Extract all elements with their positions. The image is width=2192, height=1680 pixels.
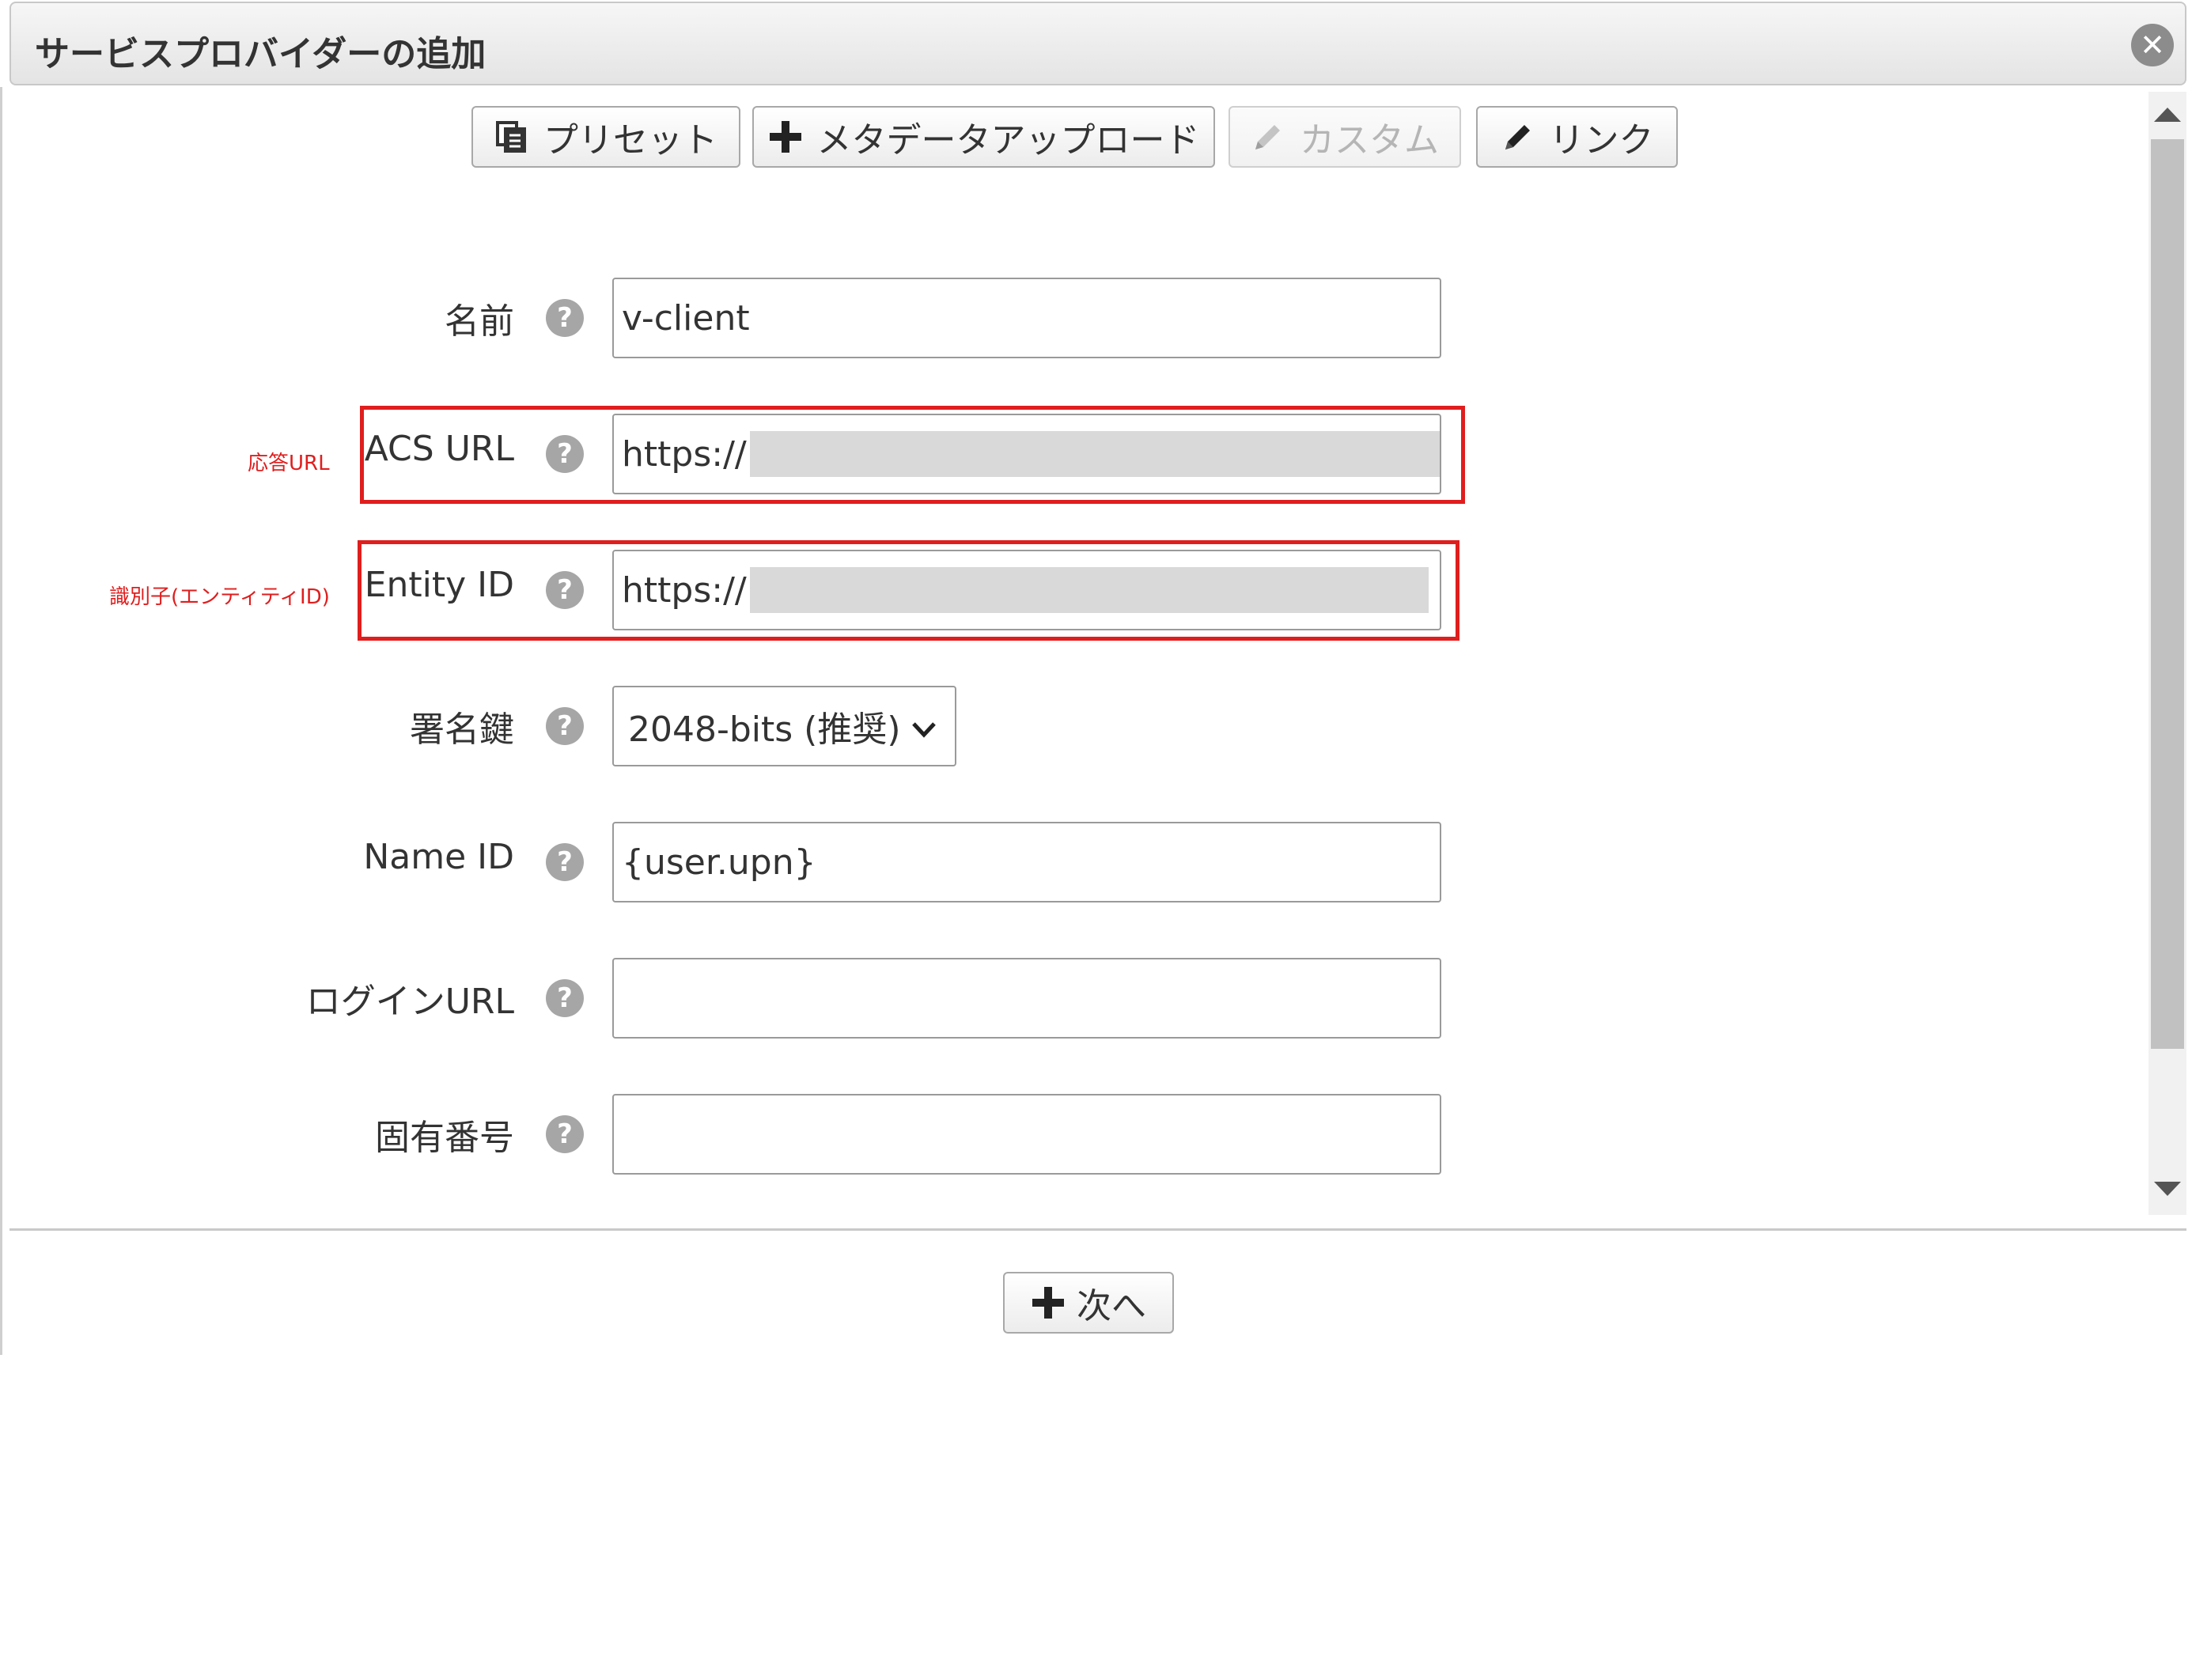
custom-label: カスタム xyxy=(1300,120,1439,161)
login-url-label: ログインURL xyxy=(305,982,514,1022)
entity-id-input-value: https:// xyxy=(622,569,747,611)
footer-divider xyxy=(9,1228,2186,1231)
help-icon[interactable]: ? xyxy=(546,1115,584,1153)
next-button[interactable]: 次へ xyxy=(1003,1272,1174,1334)
link-button[interactable]: リンク xyxy=(1476,106,1678,168)
dialog-title: サービスプロバイダーの追加 xyxy=(35,34,486,74)
metadata-upload-button[interactable]: メタデータアップロード xyxy=(752,106,1215,168)
name-id-input-value: {user.upn} xyxy=(622,842,816,883)
name-label: 名前 xyxy=(445,301,514,342)
entity-id-label: Entity ID xyxy=(364,565,514,605)
acs-url-input[interactable]: https:// xyxy=(612,414,1441,494)
link-label: リンク xyxy=(1549,120,1654,161)
plus-icon xyxy=(768,119,803,154)
pencil-icon xyxy=(1501,119,1535,154)
name-input-value: v-client xyxy=(622,297,750,339)
acs-url-input-value: https:// xyxy=(622,433,747,475)
dialog-titlebar: サービスプロバイダーの追加 ✕ xyxy=(9,2,2186,85)
signing-key-selected: 2048-bits (推奨) xyxy=(628,709,901,750)
unique-number-input[interactable] xyxy=(612,1094,1441,1175)
custom-button[interactable]: カスタム xyxy=(1229,106,1461,168)
next-label: 次へ xyxy=(1077,1286,1146,1326)
acs-url-label: ACS URL xyxy=(364,429,514,469)
name-id-input[interactable]: {user.upn} xyxy=(612,822,1441,902)
redacted-value xyxy=(749,567,1429,613)
unique-number-label: 固有番号 xyxy=(375,1118,514,1158)
copy-icon xyxy=(494,119,529,154)
help-icon[interactable]: ? xyxy=(546,299,584,337)
scrollbar-thumb[interactable] xyxy=(2151,139,2184,1049)
entity-id-input[interactable]: https:// xyxy=(612,550,1441,630)
redacted-value xyxy=(749,431,1440,477)
scroll-up-arrow-icon[interactable] xyxy=(2154,108,2181,122)
dialog-left-border xyxy=(0,87,2,1355)
scroll-down-arrow-icon[interactable] xyxy=(2154,1182,2181,1196)
chevron-down-icon xyxy=(910,711,937,747)
name-input[interactable]: v-client xyxy=(612,278,1441,358)
login-url-input[interactable] xyxy=(612,958,1441,1039)
preset-button[interactable]: プリセット xyxy=(471,106,740,168)
help-icon[interactable]: ? xyxy=(546,707,584,745)
signing-key-select[interactable]: 2048-bits (推奨) xyxy=(612,686,956,766)
preset-label: プリセット xyxy=(543,120,717,161)
plus-icon xyxy=(1031,1285,1066,1320)
help-icon[interactable]: ? xyxy=(546,571,584,609)
name-id-label: Name ID xyxy=(363,837,514,877)
signing-key-label: 署名鍵 xyxy=(410,709,514,750)
metadata-upload-label: メタデータアップロード xyxy=(816,120,1200,161)
help-icon[interactable]: ? xyxy=(546,979,584,1017)
close-icon[interactable]: ✕ xyxy=(2131,24,2174,66)
add-service-provider-dialog: サービスプロバイダーの追加 ✕ プリセット メタデータアップロード カスタム リ… xyxy=(0,0,2192,1355)
pencil-icon xyxy=(1251,119,1285,154)
help-icon[interactable]: ? xyxy=(546,435,584,473)
help-icon[interactable]: ? xyxy=(546,843,584,881)
